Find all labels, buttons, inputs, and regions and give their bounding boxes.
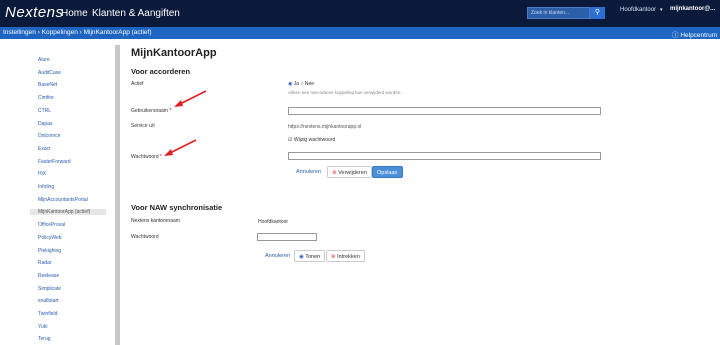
password2-input[interactable]	[257, 233, 317, 241]
sidebar-item[interactable]: Exact	[38, 146, 51, 152]
annuleren2-button[interactable]: Annuleren	[261, 250, 294, 262]
sidebar-item[interactable]: AuditCase	[38, 70, 61, 76]
sidebar-item[interactable]: Dapas	[38, 121, 52, 127]
help-label: Helpcentrum	[680, 32, 718, 39]
sidebar-item[interactable]: Infoling	[38, 184, 54, 190]
username-input[interactable]	[288, 107, 601, 115]
annotation-arrow-password	[164, 139, 197, 156]
remove-icon: ⊗	[332, 170, 337, 176]
service-url-value: https://nextens.mijnkantoorapp.nl	[288, 124, 362, 130]
sidebar-item[interactable]: CTRL	[38, 108, 51, 114]
search-input[interactable]: Zoek in klanten...	[527, 7, 590, 19]
breadcrumb[interactable]: Instellingen › Koppelingen › MijnKantoor…	[3, 29, 152, 36]
sidebar-item[interactable]: HiX	[38, 171, 46, 177]
username-label: Gebruikersnaam *	[131, 108, 172, 114]
search-icon: ⚲	[594, 9, 601, 16]
sidebar-item[interactable]: Twinfield	[38, 311, 57, 317]
sidebar-item[interactable]: sna8start	[38, 298, 59, 304]
sidebar-item[interactable]: MijnAccountantsPortal	[38, 197, 88, 203]
kantoornaam-value: Hoofdkantoor	[258, 219, 289, 225]
sidebar-item[interactable]: Reelease	[38, 273, 59, 279]
help-center-link[interactable]: ⓘ Helpcentrum	[672, 29, 717, 39]
search-button[interactable]: ⚲	[590, 7, 605, 19]
sidebar-item[interactable]: Simplicate	[38, 286, 61, 292]
actief-label: Actief	[131, 81, 144, 87]
sidebar-item[interactable]: PolicyWeb	[38, 235, 62, 241]
sidebar-item[interactable]: Dotcomce	[38, 133, 61, 139]
chevron-down-icon[interactable]: ▾	[660, 7, 663, 13]
service-url-label: Service url	[131, 123, 155, 129]
actief-radio-group[interactable]: ◉ Ja ○ Nee	[288, 81, 314, 87]
radio-ja[interactable]: ◉	[288, 81, 292, 87]
nextens-logo[interactable]: Nextens	[5, 4, 64, 21]
tonen-button[interactable]: ◉ Tonen	[294, 250, 326, 262]
annuleren-button[interactable]: Annuleren	[292, 166, 325, 178]
opslaan-button[interactable]: Opslaan	[372, 166, 403, 178]
section-naw-title: Voor NAW synchronisatie	[131, 203, 223, 212]
password2-label: Wachtwoord	[131, 234, 159, 240]
nav-home[interactable]: Home	[61, 8, 88, 19]
annotation-arrow-username	[174, 90, 207, 107]
sidebar-item[interactable]: Plekighing	[38, 248, 61, 254]
sidebar-scrollbar[interactable]	[115, 45, 120, 345]
sidebar-item[interactable]: Radar	[38, 260, 52, 266]
office-name: Hoofdkantoor	[620, 7, 657, 13]
intrekken-button[interactable]: ⊗ Intrekken	[326, 250, 365, 262]
actief-hint: Alleen een niet-actieve koppeling kan ve…	[288, 90, 402, 95]
top-bar: Nextens Home Klanten & Aangiften Zoek in…	[0, 0, 720, 27]
sidebar-item[interactable]: MijnKantoorApp (actief)	[30, 209, 106, 216]
password-input[interactable]	[288, 152, 601, 160]
password-label: Wachtwoord *	[131, 154, 162, 160]
radio-ja-label: Ja	[293, 81, 300, 87]
wijzig-wachtwoord-checkbox[interactable]: ☑ Wijzig wachtwoord	[288, 137, 335, 143]
checkbox-icon: ☑	[288, 137, 293, 143]
sidebar-item[interactable]: BaseNet	[38, 82, 57, 88]
nav-klanten-aangiften[interactable]: Klanten & Aangiften	[92, 8, 180, 19]
sidebar-item[interactable]: Terug	[38, 336, 51, 342]
verwijderen-button[interactable]: ⊗ Verwijderen	[327, 166, 372, 178]
radio-nee[interactable]: ○	[300, 81, 303, 87]
sidebar-item[interactable]: Alure	[38, 57, 50, 63]
kantoornaam-label: Nextens kantoornaam	[131, 218, 180, 224]
section-accorderen-title: Voor accorderen	[131, 67, 191, 76]
user-menu[interactable]: mijnkantoor@...	[670, 6, 715, 12]
sidebar-item[interactable]: FasterForward	[38, 159, 71, 165]
revoke-icon: ⊗	[331, 254, 336, 260]
radio-nee-label: Nee	[304, 81, 315, 87]
sidebar: Alure AuditCase BaseNet Cimfire CTRL Dapas Dot…	[30, 45, 120, 345]
sidebar-item[interactable]: Cimfire	[38, 95, 54, 101]
sidebar-item[interactable]: Yuki	[38, 324, 47, 330]
breadcrumb-bar: Instellingen › Koppelingen › MijnKantoor…	[0, 27, 720, 39]
eye-icon: ◉	[299, 254, 304, 260]
page-title: MijnKantoorApp	[131, 47, 217, 59]
sidebar-item[interactable]: OfficeProval	[38, 222, 65, 228]
